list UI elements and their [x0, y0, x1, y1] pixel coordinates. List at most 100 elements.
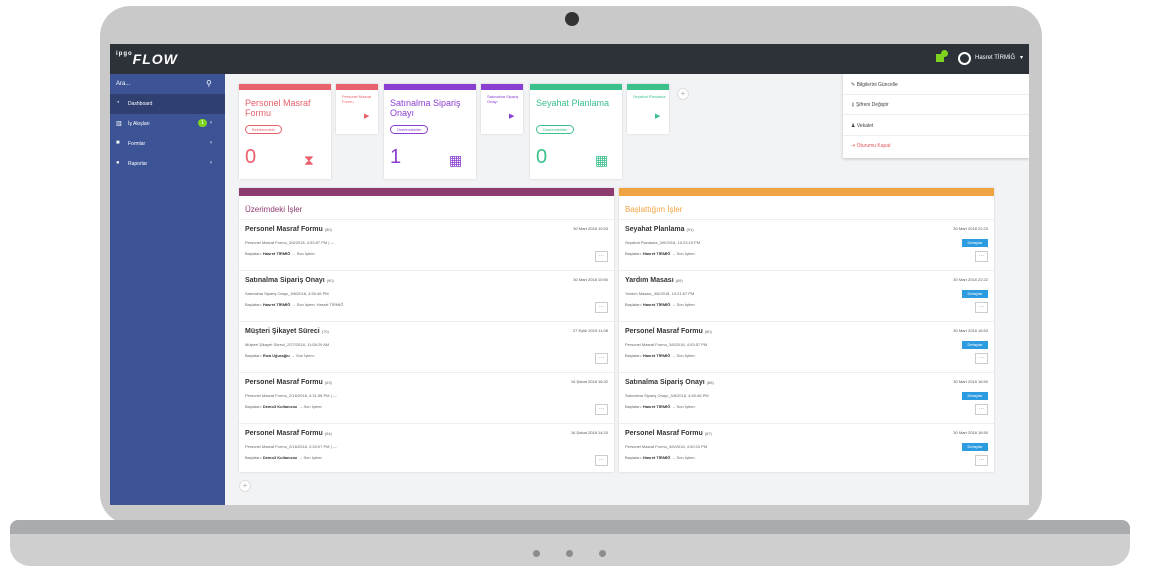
menu-item-logout[interactable]: ⇥ Oturumu Kapat — [851, 143, 891, 149]
task-name: Personel Masraf Formu (54) — [245, 430, 332, 437]
card-header-strip — [481, 84, 523, 90]
sidebar-item-forms[interactable]: ■ Formlar › — [110, 134, 225, 154]
more-options-button[interactable]: ··· — [975, 302, 988, 313]
shortcut-card[interactable]: Satınalma Sipariş Onayı ▶ — [481, 84, 523, 134]
starter-label: Başlatan: — [625, 302, 642, 307]
menu-divider — [843, 114, 1029, 115]
starter-name: Demo3 Kullanıcısı — [262, 455, 298, 460]
task-row[interactable]: Yardım Masası (89) 30 Mart 2018 22:22 Ya… — [619, 270, 994, 321]
task-id: (88) — [706, 380, 714, 385]
task-name-text: Satınalma Sipariş Onayı — [625, 379, 705, 386]
summary-card[interactable]: Satınalma Sipariş Onayı Üzerimdekiler 1 … — [384, 84, 476, 179]
starter-label: Başlatan: — [625, 455, 642, 460]
sidebar-search[interactable]: Ara... ⚲ — [110, 74, 225, 94]
card-title: Personel Masraf Formu — [342, 94, 372, 104]
chevron-right-icon: › — [210, 140, 212, 146]
card-count: 0 — [536, 146, 548, 168]
card-tag[interactable]: Üzerimdekiler — [536, 125, 575, 134]
summary-card[interactable]: Personel Masraf Formu Beklemedeki 0 ⧗ — [239, 84, 331, 179]
panel-header-strip — [239, 188, 614, 196]
task-row[interactable]: Personel Masraf Formu (54) 16 Şubat 2018… — [239, 423, 614, 474]
menu-item-update-profile[interactable]: ✎ Bilgilerini Güncelle — [851, 82, 898, 88]
card-tag[interactable]: Beklemedeki — [245, 125, 282, 134]
task-date: 27 Eylül 2019 11:08 — [572, 328, 608, 333]
chevron-right-icon: › — [210, 160, 212, 166]
card-tag[interactable]: Üzerimdekiler — [390, 125, 429, 134]
last-step: Son İşlem: — [303, 455, 323, 460]
task-row[interactable]: Satınalma Sipariş Onayı (88) 30 Mart 201… — [619, 372, 994, 423]
summary-card[interactable]: Seyahat Planlama Üzerimdekiler 0 ▦ — [530, 84, 622, 179]
starter-label: Başlatan: — [625, 353, 642, 358]
sidebar-item-workflows[interactable]: ▥ İş Akışları 1 › — [110, 114, 225, 134]
more-options-button[interactable]: ··· — [595, 455, 608, 466]
task-row[interactable]: Seyahat Planlama (91) 30 Mart 2018 22:23… — [619, 219, 994, 270]
more-options-button[interactable]: ··· — [975, 404, 988, 415]
add-card-button[interactable]: + — [677, 88, 689, 100]
more-options-button[interactable]: ··· — [595, 302, 608, 313]
more-options-button[interactable]: ··· — [595, 251, 608, 262]
starter-label: Başlatan: — [245, 251, 262, 256]
task-starter: Başlatan: Hasret TİRMİĞ → Son İşlem: — [625, 353, 696, 358]
menu-item-change-password[interactable]: ⚷ Şifreni Değiştir — [851, 102, 889, 108]
user-name[interactable]: Hasret TİRMİĞ — [975, 55, 1015, 61]
task-date: 30 Mart 2018 22:22 — [953, 277, 988, 282]
shortcut-card[interactable]: Seyahat Planlama ▶ — [627, 84, 669, 134]
details-button[interactable]: Detaylar — [962, 239, 988, 247]
task-subtitle: Personel Masraf Formu_2/16/2018, 4:31:58… — [245, 393, 337, 398]
chevron-down-icon[interactable]: ▾ — [1020, 54, 1023, 61]
task-id: (80) — [704, 329, 712, 334]
task-row[interactable]: Personel Masraf Formu (63) 16 Şubat 2018… — [239, 372, 614, 423]
sidebar-item-dashboard[interactable]: ◔ Dashboard — [110, 94, 225, 114]
details-button[interactable]: Detaylar — [962, 290, 988, 298]
chevron-right-icon: › — [210, 120, 212, 126]
starter-name: Hasret TİRMİĞ — [642, 302, 671, 307]
task-subtitle: Yardım Masası_3/6/2018, 10:21:57 PM — [625, 291, 695, 296]
app-logo[interactable]: ipgoFLOW — [116, 51, 178, 67]
task-row[interactable]: Personel Masraf Formu (80) 30 Mart 2018 … — [619, 321, 994, 372]
more-options-button[interactable]: ··· — [595, 353, 608, 364]
sidebar-item-reports[interactable]: ● Raporlar › — [110, 154, 225, 174]
calendar-icon: ▦ — [449, 152, 463, 168]
last-step: Son İşlem: — [676, 302, 696, 307]
task-row[interactable]: Personel Masraf Formu (80) 30 Mart 2018 … — [239, 219, 614, 270]
task-row[interactable]: Müşteri Şikayet Süreci (70) 27 Eylül 201… — [239, 321, 614, 372]
card-header-strip — [384, 84, 476, 90]
starter-name: Hasret TİRMİĞ — [642, 404, 671, 409]
report-icon: ● — [116, 160, 120, 166]
more-options-button[interactable]: ··· — [975, 251, 988, 262]
user-avatar-icon[interactable] — [958, 52, 971, 65]
logo-prefix: ipgo — [116, 51, 133, 57]
task-row[interactable]: Satınalma Sipariş Onayı (90) 30 Mart 201… — [239, 270, 614, 321]
sidebar: Ara... ⚲ ◔ Dashboard ▥ İş Akışları 1 › ■… — [110, 74, 225, 505]
more-options-button[interactable]: ··· — [595, 404, 608, 415]
search-icon[interactable]: ⚲ — [206, 79, 212, 88]
search-input[interactable]: Ara... — [116, 81, 130, 87]
task-subtitle: Personel Masraf Formu_3/6/2018, 4:53:57 … — [245, 240, 335, 245]
task-starter: Başlatan: Hasret TİRMİĞ → Son İşlem: — [625, 302, 696, 307]
play-icon[interactable]: ▶ — [364, 112, 369, 120]
last-step: Son İşlem: — [296, 251, 316, 256]
task-id: (80) — [324, 227, 332, 232]
details-button[interactable]: Detaylar — [962, 443, 988, 451]
starter-label: Başlatan: — [245, 404, 262, 409]
task-name-text: Personel Masraf Formu — [245, 430, 323, 437]
task-date: 30 Mart 2018 10:53 — [573, 226, 608, 231]
starter-label: Başlatan: — [625, 251, 642, 256]
shortcut-card[interactable]: Personel Masraf Formu ▶ — [336, 84, 378, 134]
task-row[interactable]: Personel Masraf Formu (87) 30 Mart 2018 … — [619, 423, 994, 474]
user-dropdown-menu: ✎ Bilgilerini Güncelle ⚷ Şifreni Değişti… — [843, 74, 1029, 158]
play-icon[interactable]: ▶ — [509, 112, 514, 120]
add-panel-button[interactable]: + — [239, 480, 251, 492]
more-options-button[interactable]: ··· — [975, 455, 988, 466]
menu-item-delegation[interactable]: ♟ Vekalet — [851, 123, 873, 129]
sidebar-item-label: Dashboard — [128, 101, 153, 107]
details-button[interactable]: Detaylar — [962, 392, 988, 400]
task-date: 30 Mart 2018 22:23 — [953, 226, 988, 231]
card-title: Satınalma Sipariş Onayı — [487, 94, 519, 104]
more-options-button[interactable]: ··· — [975, 353, 988, 364]
play-icon[interactable]: ▶ — [655, 112, 660, 120]
details-button[interactable]: Detaylar — [962, 341, 988, 349]
task-name: Satınalma Sipariş Onayı (88) — [625, 379, 714, 386]
task-name-text: Personel Masraf Formu — [625, 430, 703, 437]
task-id: (89) — [675, 278, 683, 283]
